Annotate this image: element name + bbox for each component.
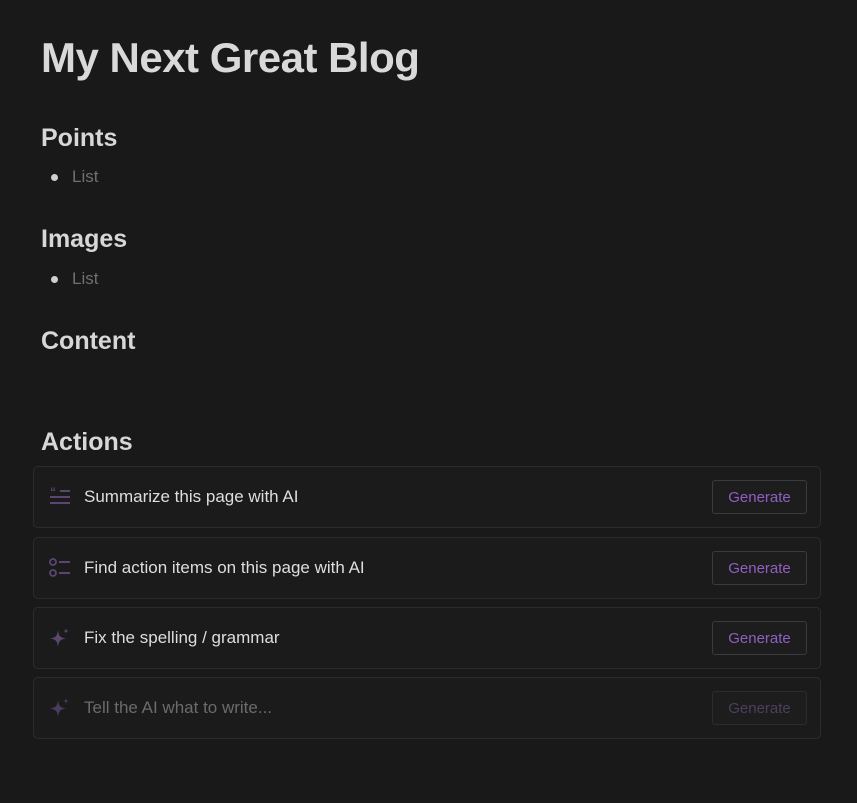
ai-prompt-input[interactable]: Tell the AI what to write... [84,698,272,718]
page-title[interactable]: My Next Great Blog [41,34,420,82]
list-item-text: List [72,269,99,288]
sparkle-icon [48,626,72,650]
generate-button[interactable]: Generate [712,480,807,514]
list-item[interactable]: List [41,166,98,188]
action-summarize[interactable]: “ Summarize this page with AI Generate [33,466,821,528]
sparkle-icon [48,696,72,720]
bullet-icon [51,275,58,283]
list-item[interactable]: List [41,268,98,290]
section-heading-points[interactable]: Points [41,124,117,153]
section-heading-images[interactable]: Images [41,225,127,254]
action-find-action-items[interactable]: Find action items on this page with AI G… [33,537,821,599]
generate-button[interactable]: Generate [712,551,807,585]
action-label: Summarize this page with AI [84,487,299,506]
generate-button[interactable]: Generate [712,691,807,725]
section-heading-actions[interactable]: Actions [41,428,133,457]
action-label: Fix the spelling / grammar [84,628,280,647]
quote-lines-icon: “ [48,485,72,509]
action-custom-prompt[interactable]: Tell the AI what to write... Generate [33,677,821,739]
bullet-icon [51,173,58,181]
action-fix-spelling[interactable]: Fix the spelling / grammar Generate [33,607,821,669]
checklist-icon [48,556,72,580]
list-item-text: List [72,167,99,186]
section-heading-content[interactable]: Content [41,327,135,356]
generate-button[interactable]: Generate [712,621,807,655]
action-label: Find action items on this page with AI [84,558,365,577]
